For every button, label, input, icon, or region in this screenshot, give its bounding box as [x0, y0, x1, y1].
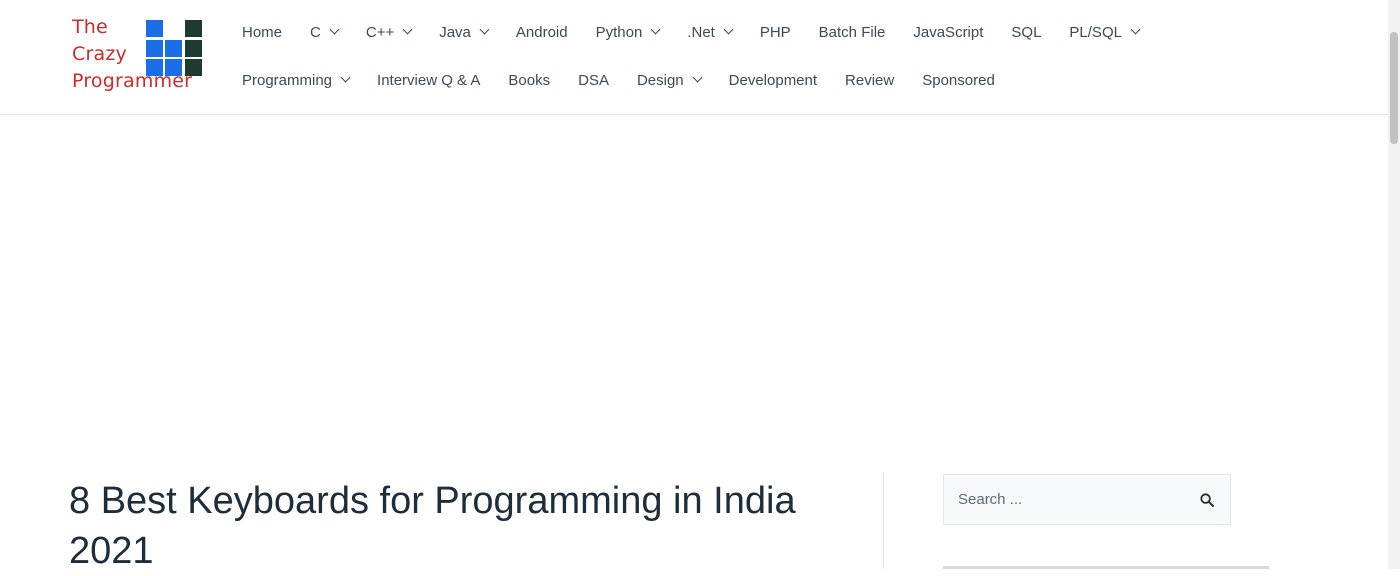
chevron-down-icon [1130, 24, 1141, 34]
nav-item-php[interactable]: PHP [746, 8, 805, 56]
site-logo[interactable]: The Crazy Programmer [72, 14, 206, 96]
logo-grid-icon [146, 20, 202, 76]
scrollbar-thumb[interactable] [1390, 32, 1398, 144]
scrollbar[interactable] [1388, 0, 1400, 569]
content-divider [883, 472, 884, 569]
nav-item-label: Development [728, 71, 818, 89]
search-input[interactable] [944, 475, 1184, 524]
nav-item-books[interactable]: Books [494, 56, 564, 104]
nav-item-label: C [310, 23, 321, 41]
chevron-down-icon [402, 24, 413, 34]
nav-item-net[interactable]: .Net [673, 8, 746, 56]
nav-item-dsa[interactable]: DSA [564, 56, 623, 104]
nav-item-label: PHP [759, 23, 791, 41]
nav-item-label: C++ [365, 23, 395, 41]
nav-item-label: Sponsored [922, 71, 995, 89]
nav-item-label: Review [845, 71, 895, 89]
search-icon[interactable] [1200, 493, 1214, 507]
site-header: The Crazy Programmer Home C C++ Java Android… [0, 0, 1388, 115]
nav-row: Programming Interview Q & A Books DSA Design… [228, 56, 1378, 104]
nav-item-batch-file[interactable]: Batch File [805, 8, 900, 56]
nav-item-label: Interview Q & A [377, 71, 481, 89]
nav-item-c[interactable]: C++ [352, 8, 425, 56]
nav-item-java[interactable]: Java [425, 8, 502, 56]
chevron-down-icon [340, 72, 351, 82]
nav-item-label: .Net [687, 23, 715, 41]
nav-item-home[interactable]: Home [228, 8, 296, 56]
nav-item-label: Java [439, 23, 471, 41]
search-form [943, 474, 1231, 525]
nav-item-label: Programming [242, 71, 333, 89]
primary-nav: Home C C++ Java Android Python .Net PHP Batch Fi… [228, 8, 1378, 104]
nav-item-label: Batch File [818, 23, 886, 41]
nav-item-label: Home [242, 23, 283, 41]
chevron-down-icon [723, 24, 734, 34]
nav-item-sponsored[interactable]: Sponsored [908, 56, 1009, 104]
chevron-down-icon [329, 24, 340, 34]
nav-item-development[interactable]: Development [715, 56, 831, 104]
nav-item-javascript[interactable]: JavaScript [899, 8, 997, 56]
nav-item-review[interactable]: Review [831, 56, 908, 104]
chevron-down-icon [692, 72, 703, 82]
nav-item-interview-q-a[interactable]: Interview Q & A [363, 56, 494, 104]
nav-item-design[interactable]: Design [623, 56, 715, 104]
post-title[interactable]: 8 Best Keyboards for Programming in Indi… [69, 476, 859, 576]
nav-item-label: Python [595, 23, 643, 41]
nav-item-label: SQL [1011, 23, 1042, 41]
nav-item-c[interactable]: C [296, 8, 352, 56]
nav-item-sql[interactable]: SQL [997, 8, 1055, 56]
chevron-down-icon [479, 24, 490, 34]
nav-item-label: DSA [578, 71, 609, 89]
nav-item-label: Design [636, 71, 684, 89]
nav-item-label: PL/SQL [1069, 23, 1122, 41]
nav-item-programming[interactable]: Programming [228, 56, 363, 104]
nav-item-label: Android [515, 23, 568, 41]
nav-item-pl-sql[interactable]: PL/SQL [1055, 8, 1153, 56]
nav-row: Home C C++ Java Android Python .Net PHP Batch Fi… [228, 8, 1378, 56]
nav-item-android[interactable]: Android [502, 8, 582, 56]
nav-item-python[interactable]: Python [582, 8, 674, 56]
nav-item-label: JavaScript [913, 23, 984, 41]
nav-item-label: Books [508, 71, 551, 89]
chevron-down-icon [650, 24, 661, 34]
